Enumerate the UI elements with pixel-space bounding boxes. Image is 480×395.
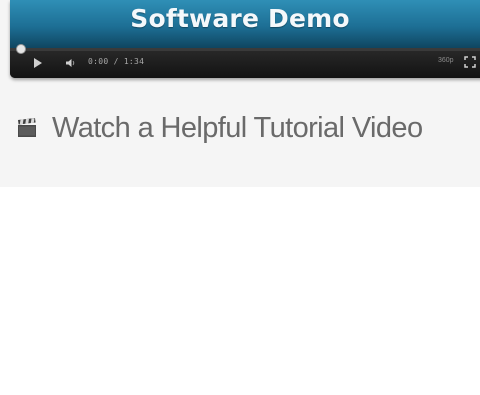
- tutorial-link-label[interactable]: Watch a Helpful Tutorial Video: [52, 112, 423, 145]
- video-player[interactable]: Software Demo 0:00 / 1:34 360p: [10, 0, 480, 78]
- poster-title: Software Demo: [130, 4, 350, 33]
- volume-icon[interactable]: [65, 57, 77, 69]
- fullscreen-icon[interactable]: [464, 56, 476, 68]
- quality-selector[interactable]: 360p: [438, 57, 454, 64]
- progress-bar[interactable]: [10, 44, 480, 54]
- play-button[interactable]: [34, 58, 42, 68]
- time-display: 0:00 / 1:34: [88, 57, 145, 66]
- tutorial-panel: Software Demo 0:00 / 1:34 360p Watch a H…: [0, 0, 480, 187]
- clapperboard-icon: [18, 118, 36, 137]
- progress-handle[interactable]: [16, 44, 26, 54]
- video-controls-bar: 0:00 / 1:34 360p: [10, 44, 480, 78]
- video-poster[interactable]: Software Demo: [10, 0, 480, 48]
- tutorial-video-link[interactable]: Watch a Helpful Tutorial Video: [16, 108, 423, 148]
